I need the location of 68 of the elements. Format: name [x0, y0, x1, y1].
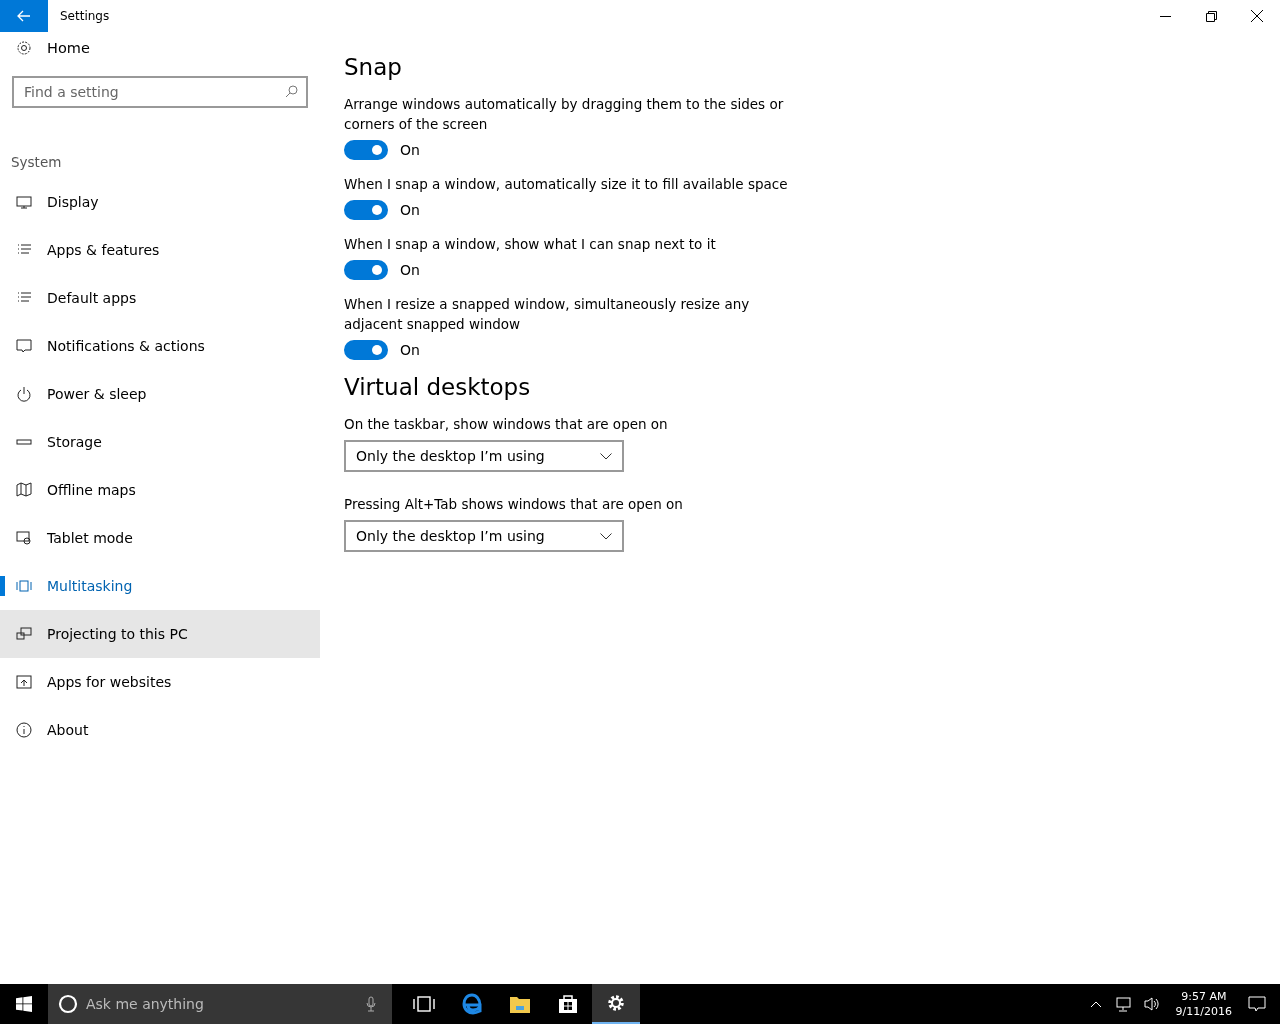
browser-e-icon [461, 993, 483, 1015]
notification-icon[interactable] [1248, 996, 1266, 1012]
item-icon [16, 626, 32, 642]
toggle-state: On [400, 142, 420, 158]
setting-label: When I resize a snapped window, simultaneously resize any adjacent snapped window [344, 295, 751, 334]
section-heading: Virtual desktops [344, 374, 532, 400]
chevron-up-icon[interactable] [1089, 1000, 1102, 1008]
taskbar-search-field[interactable]: Ask me anything [48, 984, 392, 1024]
sidebar-item[interactable]: Multitasking [0, 562, 320, 610]
setting-label: When I snap a window, automatically size it to fill available space [344, 175, 789, 194]
gear-icon [606, 993, 626, 1013]
item-icon [16, 530, 32, 546]
folder-icon [509, 994, 531, 1014]
toggle-state: On [400, 202, 420, 218]
chevron-down-icon [600, 452, 612, 460]
item-icon [16, 482, 32, 498]
sidebar-item[interactable]: Apps & features [0, 226, 320, 274]
item-icon [16, 722, 32, 738]
item-icon [16, 338, 32, 354]
sidebar-item[interactable]: Storage [0, 418, 320, 466]
back-arrow-icon [17, 10, 31, 22]
setting-label: When I snap a window, show what I can snap next to it [344, 235, 717, 254]
microphone-icon [366, 996, 376, 1012]
sidebar-item[interactable]: About [0, 706, 320, 754]
item-icon [16, 386, 32, 402]
window-title: Settings [60, 9, 111, 23]
sidebar-item[interactable]: Default apps [0, 274, 320, 322]
sidebar-item[interactable]: Power & sleep [0, 370, 320, 418]
speaker-icon[interactable] [1143, 996, 1160, 1012]
sidebar-item[interactable]: Projecting to this PC [0, 610, 320, 658]
sidebar-item[interactable]: Apps for websites [0, 658, 320, 706]
toggle-switch[interactable] [344, 140, 388, 160]
clock-date: 9/11/2016 [1175, 1004, 1232, 1019]
setting-label: On the taskbar, show windows that are open on [344, 415, 669, 434]
selection-indicator [0, 576, 5, 596]
toggle-switch[interactable] [344, 200, 388, 220]
clock[interactable]: 9:57 AM 9/11/2016 [1175, 989, 1232, 1019]
section-heading: Snap [344, 54, 403, 80]
item-icon [16, 578, 32, 594]
back-button[interactable] [0, 0, 48, 32]
sidebar-item[interactable]: Display [0, 178, 320, 226]
toggle-switch[interactable] [344, 260, 388, 280]
dropdown[interactable]: Only the desktop I’m using [344, 440, 624, 472]
search-field[interactable]: Find a setting [12, 76, 308, 108]
task-view-icon [413, 996, 435, 1012]
toggle-state: On [400, 262, 420, 278]
network-icon[interactable] [1113, 996, 1132, 1012]
taskbar-app[interactable] [592, 984, 640, 1024]
sidebar-item[interactable]: Notifications & actions [0, 322, 320, 370]
clock-time: 9:57 AM [1181, 989, 1227, 1004]
dropdown[interactable]: Only the desktop I’m using [344, 520, 624, 552]
windows-logo-icon [16, 996, 32, 1012]
restore-icon [1205, 10, 1217, 22]
sidebar-item[interactable]: Offline maps [0, 466, 320, 514]
toggle-switch[interactable] [344, 340, 388, 360]
item-icon [16, 194, 32, 210]
gear-icon [16, 40, 32, 56]
group-heading: System [11, 154, 63, 172]
close-icon [1251, 10, 1263, 22]
home-nav-item[interactable]: Home [0, 28, 320, 68]
sidebar-item[interactable]: Tablet mode [0, 514, 320, 562]
setting-label: Arrange windows automatically by dragging them to the sides or corners of the screen [344, 95, 785, 134]
shopping-bag-icon [558, 994, 578, 1014]
search-icon [285, 85, 298, 98]
setting-label: Pressing Alt+Tab shows windows that are open on [344, 495, 684, 514]
item-icon [16, 674, 32, 690]
chevron-down-icon [600, 532, 612, 540]
toggle-state: On [400, 342, 420, 358]
